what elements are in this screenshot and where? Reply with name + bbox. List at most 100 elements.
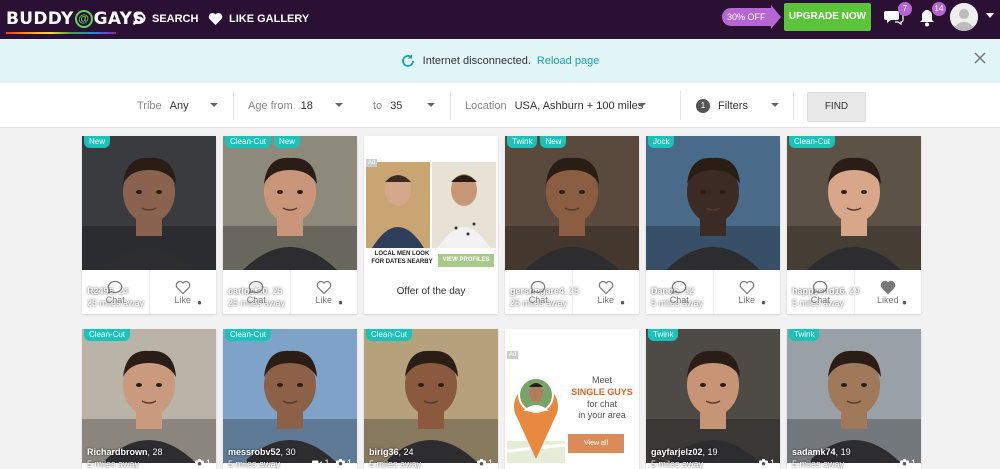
nav-search-link[interactable]: SEARCH: [132, 9, 198, 29]
location-label: Location: [465, 99, 507, 112]
nav-search-label: SEARCH: [152, 13, 199, 25]
like-button[interactable]: Like: [571, 270, 640, 314]
upgrade-now-button[interactable]: UPGRADE NOW: [784, 3, 871, 31]
logo-rainbow-underline: [6, 32, 116, 34]
ad-photo-right: [432, 162, 496, 248]
profile-card[interactable]: New R2496, 24 25 miles away 1 Chat Like: [82, 136, 216, 314]
view-all-button[interactable]: View all: [568, 434, 624, 453]
profile-username[interactable]: gayfarjelz02: [651, 447, 703, 457]
top-nav-bar: BUDDY @ GAYS SEARCH LIKE GALLERY 30% OFF…: [0, 0, 1000, 39]
profile-photo[interactable]: [505, 136, 639, 270]
profile-age: 19: [707, 447, 718, 457]
camera-icon: [335, 459, 345, 467]
age-from-select[interactable]: Age from 18: [248, 83, 313, 128]
site-logo[interactable]: BUDDY @ GAYS: [6, 6, 145, 34]
like-button[interactable]: Like: [712, 270, 781, 314]
profile-photo[interactable]: [787, 136, 921, 270]
profile-photo[interactable]: [223, 136, 357, 270]
heart-icon: [175, 280, 191, 294]
like-button[interactable]: Like: [289, 270, 358, 314]
card-actions: Chat Liked: [787, 270, 921, 314]
profile-username[interactable]: messrobv52: [228, 447, 281, 457]
profile-tags: Twink New: [507, 136, 567, 148]
location-select[interactable]: Location USA, Ashburn + 100 miles: [465, 83, 643, 128]
profile-username[interactable]: sadamk74: [792, 447, 836, 457]
chat-button[interactable]: Chat: [787, 270, 854, 314]
user-avatar[interactable]: [950, 3, 978, 31]
reload-page-link[interactable]: Reload page: [537, 55, 599, 67]
heart-icon: [316, 280, 332, 294]
profile-tags: Clean-Cut New: [225, 136, 301, 148]
profile-card[interactable]: Clean-Cut New carlosf30, 25 25 miles away 1 C…: [223, 136, 357, 314]
messages-button[interactable]: 7: [884, 2, 912, 28]
ad-card[interactable]: Ad Meet SINGLE GUYS for chat in your area Vie…: [505, 329, 639, 469]
ad-line-meet: Meet: [591, 375, 612, 385]
nav-like-gallery-link[interactable]: LIKE GALLERY: [208, 9, 309, 29]
chat-button[interactable]: Chat: [505, 270, 572, 314]
profile-photo[interactable]: [646, 136, 780, 270]
video-icon: [312, 460, 323, 466]
camera-icon: [899, 459, 909, 467]
photo-count: 1: [205, 458, 211, 468]
age-to-label: to: [373, 99, 383, 112]
profile-age: 24: [403, 447, 414, 457]
profile-card[interactable]: Jock Dando, 32 5 miles away 2 Chat Like: [646, 136, 780, 314]
profile-card[interactable]: Clean-Cut messrobv52, 30 5 miles away 1 1: [223, 329, 357, 469]
tribe-tag: Clean-Cut: [225, 136, 272, 148]
ad-tag: Ad: [366, 159, 378, 167]
profile-photo[interactable]: [646, 329, 780, 463]
age-to-select[interactable]: to 35: [373, 83, 402, 128]
tribe-select[interactable]: Tribe Any: [137, 83, 189, 128]
chat-button[interactable]: Chat: [223, 270, 290, 314]
tribe-tag: Jock: [648, 136, 675, 148]
profile-card[interactable]: Clean-Cut birig36, 24 5 miles away 1: [364, 329, 498, 469]
profile-photo[interactable]: [82, 136, 216, 270]
search-icon: [132, 12, 146, 26]
like-button[interactable]: Like: [148, 270, 217, 314]
profile-card[interactable]: Twink New gersongare4, 25 25 miles away 1 Cha…: [505, 136, 639, 314]
profile-tags: Clean-Cut: [84, 329, 131, 341]
notifications-button[interactable]: 14: [918, 2, 946, 28]
tribe-tag: New: [540, 136, 567, 148]
ad-banner[interactable]: Ad Meet SINGLE GUYS for chat in your area Vie…: [505, 329, 639, 469]
tribe-value: Any: [169, 99, 189, 112]
profile-photo[interactable]: [364, 329, 498, 463]
profile-tags: Clean-Cut: [366, 329, 413, 341]
profile-photo[interactable]: [82, 329, 216, 463]
profile-card[interactable]: Clean-Cut happyend16, 29 5 miles away 2 Chat…: [787, 136, 921, 314]
profile-username[interactable]: Richardbrown: [87, 447, 148, 457]
ad-headline: LOCAL MEN LOOK FOR DATES NEARBY: [371, 251, 433, 265]
camera-icon: [758, 459, 768, 467]
age-from-value: 18: [300, 99, 313, 112]
liked-button[interactable]: Liked: [853, 270, 922, 314]
card-actions: Chat Like: [82, 270, 216, 314]
ad-banner[interactable]: Ad LOCAL MEN LOOK FOR DATES NEARBY VIEW PR…: [364, 136, 498, 270]
account-menu-caret[interactable]: [986, 13, 994, 18]
media-count: 1: [899, 458, 916, 468]
ad-card[interactable]: Ad LOCAL MEN LOOK FOR DATES NEARBY VIEW PR…: [364, 136, 498, 314]
tribe-tag: New: [84, 136, 111, 148]
chevron-down-icon: [427, 103, 435, 107]
profile-tags: Twink: [789, 329, 820, 341]
chevron-down-icon: [771, 103, 779, 107]
photo-count: 1: [769, 458, 775, 468]
profile-card[interactable]: Twink gayfarjelz02, 19 5 miles away 1: [646, 329, 780, 469]
chat-button[interactable]: Chat: [82, 270, 149, 314]
more-filters-select[interactable]: 1 Filters: [696, 83, 748, 128]
profile-username[interactable]: birig36: [369, 447, 399, 457]
chat-icon: [107, 280, 123, 294]
find-button[interactable]: FIND: [807, 92, 866, 122]
notifications-count-badge: 14: [932, 2, 946, 16]
close-icon[interactable]: [974, 52, 986, 64]
chat-button[interactable]: Chat: [646, 270, 713, 314]
view-profiles-button[interactable]: VIEW PROFILES: [438, 254, 494, 267]
offer-of-the-day-link[interactable]: Offer of the day: [364, 270, 498, 314]
map-pin-graphic: [507, 377, 565, 463]
discount-badge: 30% OFF: [722, 5, 781, 29]
card-actions: Chat Like: [505, 270, 639, 314]
profile-card[interactable]: Clean-Cut Richardbrown, 28 5 miles away 1: [82, 329, 216, 469]
profile-photo[interactable]: [223, 329, 357, 463]
chat-label: Chat: [810, 294, 830, 305]
profile-card[interactable]: Twink sadamk74, 19 5 miles away 1: [787, 329, 921, 469]
profile-photo[interactable]: [787, 329, 921, 463]
